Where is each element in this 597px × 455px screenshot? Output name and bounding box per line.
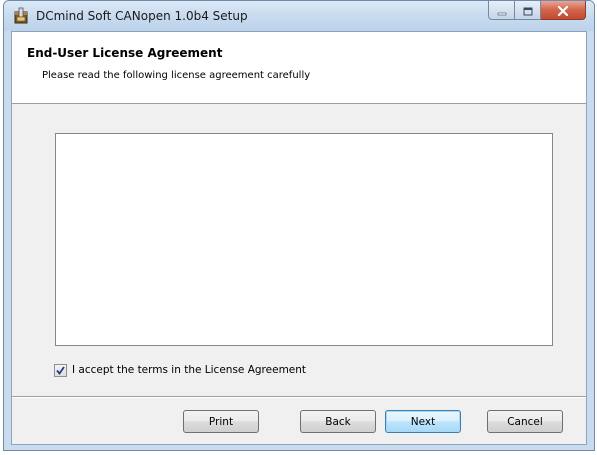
accept-terms-label[interactable]: I accept the terms in the License Agreem… bbox=[72, 364, 306, 376]
cancel-button[interactable]: Cancel bbox=[487, 410, 563, 433]
next-button[interactable]: Next bbox=[385, 410, 461, 433]
checkmark-icon bbox=[55, 361, 66, 380]
dialog-client-area: End-User License Agreement Please read t… bbox=[11, 31, 587, 445]
window-title: DCmind Soft CANopen 1.0b4 Setup bbox=[36, 9, 248, 23]
page-subtitle: Please read the following license agreem… bbox=[42, 70, 311, 81]
minimize-button[interactable] bbox=[488, 1, 515, 20]
maximize-icon bbox=[523, 1, 533, 20]
license-text-box[interactable] bbox=[55, 133, 553, 346]
footer-divider bbox=[12, 396, 586, 398]
page-title: End-User License Agreement bbox=[27, 46, 223, 60]
back-button[interactable]: Back bbox=[300, 410, 376, 433]
minimize-icon bbox=[497, 1, 507, 20]
print-button[interactable]: Print bbox=[183, 410, 259, 433]
maximize-button[interactable] bbox=[515, 1, 541, 20]
accept-terms-checkbox[interactable] bbox=[54, 361, 67, 380]
close-button[interactable] bbox=[541, 1, 586, 20]
installer-package-icon bbox=[12, 7, 30, 25]
setup-window: DCmind Soft CANopen 1.0b4 Setup End-User… bbox=[3, 0, 595, 451]
title-bar[interactable]: DCmind Soft CANopen 1.0b4 Setup bbox=[4, 1, 594, 31]
header-banner: End-User License Agreement Please read t… bbox=[12, 32, 586, 104]
window-controls bbox=[488, 1, 586, 21]
accept-terms-row[interactable]: I accept the terms in the License Agreem… bbox=[54, 362, 306, 378]
close-icon bbox=[557, 1, 569, 20]
